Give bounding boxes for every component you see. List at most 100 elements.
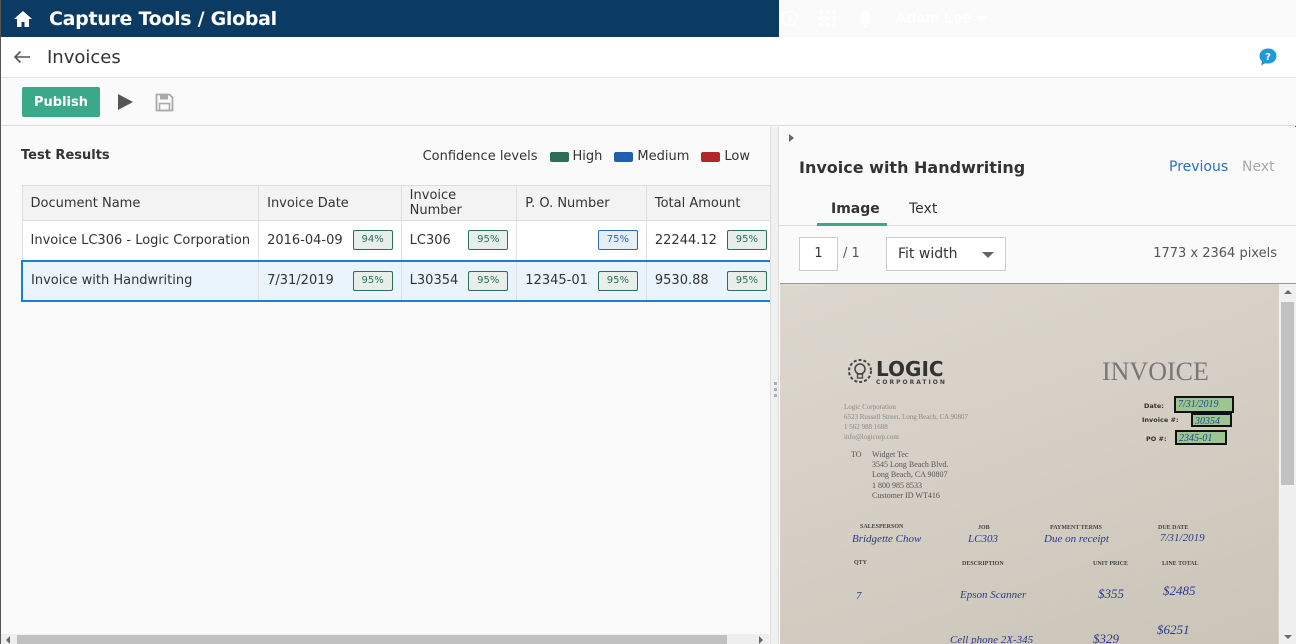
invoice-number-label: Invoice #:: [1142, 416, 1179, 424]
scroll-left-arrow-icon[interactable]: [6, 636, 10, 644]
company-logo-text: LOGIC: [876, 357, 944, 381]
info-icon[interactable]: [779, 9, 799, 29]
po-number-highlight-box[interactable]: 2345-01: [1175, 430, 1227, 445]
next-link[interactable]: Next: [1242, 159, 1275, 175]
column-header-invoice-number[interactable]: Invoice Number: [400, 185, 518, 221]
line-total: $6251: [1157, 622, 1190, 637]
play-icon[interactable]: [118, 94, 133, 110]
confidence-badge: 94%: [352, 230, 393, 251]
legend-item-high: High: [549, 149, 603, 164]
line-unit-price: $355: [1098, 586, 1124, 601]
confidence-badge: 75%: [597, 230, 638, 251]
invoice-heading: INVOICE: [1102, 357, 1209, 386]
preview-title: Invoice with Handwriting: [799, 158, 1026, 177]
legend-swatch-low: [701, 151, 721, 162]
meta-header: JOB: [978, 525, 990, 531]
cell-total-amount: 9530.88 95%: [645, 259, 776, 302]
meta-header: SALESPERSON: [860, 524, 904, 530]
grip-dot-icon: [774, 394, 777, 397]
invoice-image: LOGIC CORPORATION INVOICE Logic Corporat…: [780, 284, 1278, 644]
home-icon[interactable]: [12, 8, 34, 30]
scrollbar-thumb[interactable]: [1281, 302, 1294, 485]
legend-swatch-high: [549, 151, 569, 162]
previous-link[interactable]: Previous: [1169, 159, 1228, 175]
line-unit-price: $329: [1093, 631, 1119, 644]
cell-document-name: Invoice LC306 - Logic Corporation: [21, 220, 260, 261]
line-total: $2485: [1163, 583, 1196, 598]
legend-item-medium: Medium: [614, 149, 689, 164]
vertical-scrollbar[interactable]: [1279, 284, 1296, 644]
horizontal-scrollbar[interactable]: [1, 634, 769, 644]
confidence-badge: 95%: [597, 270, 638, 291]
cell-invoice-number: LC306 95%: [400, 220, 518, 261]
meta-header: PAYMENT TERMS: [1050, 525, 1102, 531]
to-address-line: 1 800 985 8533: [872, 481, 922, 490]
company-logo-subtext: CORPORATION: [876, 379, 947, 386]
from-address-line: info@logicorp.com: [844, 433, 899, 441]
results-table: Document Name Invoice Date Invoice Numbe…: [21, 185, 776, 302]
preview-tabs: Image Text: [779, 195, 1296, 226]
user-menu[interactable]: Adam Lee: [895, 10, 988, 28]
date-highlight-box[interactable]: 7/31/2019: [1174, 396, 1234, 413]
toolbar: Publish: [1, 78, 1296, 126]
column-header-document-name[interactable]: Document Name: [21, 185, 260, 221]
line-qty: 7: [856, 590, 862, 602]
panel-splitter[interactable]: [770, 127, 779, 644]
legend-label-high: High: [572, 149, 603, 164]
tab-image[interactable]: Image: [831, 201, 880, 217]
date-label: Date:: [1144, 402, 1164, 410]
invoice-number-highlight-box[interactable]: 30354: [1191, 413, 1232, 427]
tab-text[interactable]: Text: [909, 201, 937, 217]
apps-grid-icon[interactable]: [817, 9, 837, 29]
svg-text:?: ?: [1265, 52, 1271, 63]
test-results-panel: Test Results Confidence levels High Medi…: [1, 127, 776, 644]
save-icon[interactable]: [155, 93, 174, 112]
app-title: Capture Tools / Global: [49, 7, 277, 30]
line-header: LINE TOTAL: [1162, 561, 1199, 567]
back-arrow-icon[interactable]: [11, 46, 33, 68]
meta-value: 7/31/2019: [1160, 532, 1205, 544]
document-image-viewer[interactable]: LOGIC CORPORATION INVOICE Logic Corporat…: [780, 283, 1296, 644]
column-header-total-amount[interactable]: Total Amount: [645, 185, 776, 221]
expand-panel-icon[interactable]: [789, 134, 794, 142]
invoice-date-value: 7/31/2019: [267, 273, 334, 288]
to-label: TO: [851, 450, 862, 459]
confidence-badge: 95%: [726, 230, 767, 251]
to-address-line: 3545 Long Beach Blvd.: [872, 460, 949, 469]
active-tab-indicator: [817, 223, 887, 226]
zoom-mode-value: Fit width: [898, 246, 958, 262]
grip-dot-icon: [774, 388, 777, 391]
page-title: Invoices: [47, 46, 121, 68]
po-number-value: 12345-01: [525, 273, 588, 288]
to-address-line: Long Beach, CA 90807: [872, 470, 948, 479]
image-dimensions: 1773 x 2364 pixels: [1153, 246, 1277, 261]
zoom-mode-select[interactable]: Fit width: [886, 237, 1006, 271]
scroll-right-arrow-icon[interactable]: [759, 636, 763, 644]
bell-icon[interactable]: [855, 9, 875, 29]
publish-button[interactable]: Publish: [22, 87, 100, 117]
invoice-number-value: L30354: [409, 273, 459, 288]
cell-total-amount: 22244.12 95%: [645, 220, 776, 261]
confidence-badge: 95%: [468, 270, 509, 291]
table-row[interactable]: Invoice LC306 - Logic Corporation 2016-0…: [21, 220, 776, 261]
column-header-invoice-date[interactable]: Invoice Date: [258, 185, 402, 221]
cell-invoice-date: 7/31/2019 95%: [258, 259, 402, 302]
page-number-input[interactable]: 1: [799, 237, 838, 271]
scrollbar-thumb[interactable]: [17, 635, 727, 644]
to-address-line: Customer ID WT416: [872, 491, 940, 500]
table-row-selected[interactable]: Invoice with Handwriting 7/31/2019 95% L3…: [21, 259, 776, 302]
meta-value: Due on receipt: [1044, 533, 1109, 545]
invoice-date-value: 2016-04-09: [267, 232, 343, 248]
scroll-down-arrow-icon[interactable]: [1284, 635, 1292, 639]
meta-value: Bridgette Chow: [852, 533, 922, 545]
cell-po-number: 75%: [516, 220, 647, 261]
legend-item-low: Low: [701, 149, 750, 164]
grip-dot-icon: [774, 382, 777, 385]
scroll-up-arrow-icon[interactable]: [1284, 290, 1292, 294]
column-header-po-number[interactable]: P. O. Number: [516, 185, 647, 221]
to-address-line: Widget Tec: [872, 450, 909, 459]
invoice-number-value: LC306: [409, 232, 451, 248]
table-header-row: Document Name Invoice Date Invoice Numbe…: [21, 185, 776, 221]
line-description: Cell phone 2X-345: [950, 634, 1034, 644]
help-icon[interactable]: ?: [1258, 47, 1278, 67]
